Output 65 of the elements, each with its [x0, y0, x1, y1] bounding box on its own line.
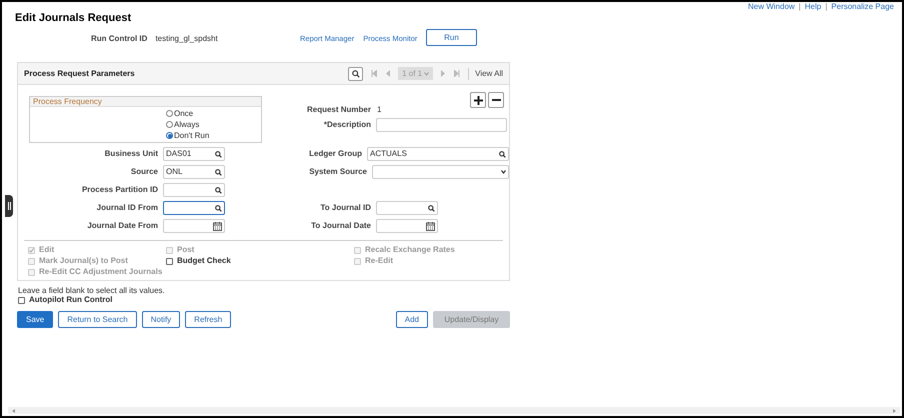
action-button[interactable]: Save [17, 311, 54, 328]
input-field[interactable]: ACTUALS [367, 147, 509, 161]
run-button[interactable]: Run [426, 29, 477, 46]
group-title: Process Frequency [30, 97, 261, 107]
field-label: To Journal Date [310, 220, 371, 232]
header-link[interactable]: Help [804, 2, 822, 11]
hint-text: Leave a field blank to select all its values. [18, 285, 165, 296]
radio-option[interactable]: Always [166, 119, 261, 130]
panel-title: Process Request Parameters [24, 68, 135, 80]
search-icon[interactable] [215, 150, 222, 158]
field-label: Journal ID From [96, 202, 158, 214]
page-title: Edit Journals Request [15, 11, 132, 26]
search-icon[interactable] [215, 168, 222, 176]
search-button[interactable] [348, 66, 364, 80]
radio-button[interactable] [166, 121, 173, 128]
checkbox[interactable] [18, 296, 25, 304]
side-panel-handle[interactable] [5, 195, 13, 217]
field-label: System Source [308, 166, 367, 178]
field-label: To Journal ID [319, 202, 371, 214]
action-button[interactable]: Notify [142, 311, 180, 328]
separator: | [798, 2, 801, 11]
description-field[interactable] [376, 118, 507, 132]
checkbox-option[interactable]: Budget Check [166, 256, 354, 266]
view-all-link[interactable]: View All [468, 68, 503, 80]
field-label: Journal Date From [86, 220, 158, 232]
plus-icon [474, 96, 482, 104]
field-value: testing_gl_spdsht [155, 33, 218, 45]
horizontal-scrollbar[interactable] [8, 407, 900, 414]
add-row-button[interactable] [470, 92, 486, 108]
action-button[interactable]: Return to Search [58, 311, 137, 328]
input-field[interactable] [163, 201, 225, 215]
radio-button[interactable] [166, 110, 173, 117]
search-icon[interactable] [428, 204, 435, 212]
calendar-icon[interactable] [426, 222, 435, 230]
field-label: *Description [322, 119, 371, 131]
separator: | [825, 2, 828, 11]
field-label: Source [130, 166, 158, 178]
field-label: Business Unit [104, 148, 158, 160]
input-field[interactable]: DAS01 [163, 147, 225, 161]
action-button[interactable]: Update/Display [433, 311, 510, 328]
chevron-down-icon [424, 72, 430, 76]
field-value: 1 [377, 104, 382, 116]
minus-icon [492, 99, 500, 101]
delete-row-button[interactable] [488, 92, 504, 108]
radio-button[interactable] [166, 132, 173, 139]
search-icon[interactable] [215, 204, 222, 212]
input-field[interactable]: ONL [163, 165, 225, 179]
radio-option[interactable]: Don't Run [166, 130, 261, 141]
checkbox[interactable] [166, 258, 173, 264]
search-icon [352, 70, 360, 78]
field-label: Request Number [306, 104, 371, 116]
header-link[interactable]: Personalize Page [831, 2, 894, 11]
field-label: Process Partition ID [80, 184, 158, 196]
dropdown-field[interactable] [372, 165, 509, 179]
search-icon[interactable] [499, 150, 506, 158]
calendar-icon[interactable] [213, 222, 222, 230]
action-button[interactable]: Add [396, 311, 428, 328]
field-label: Run Control ID [91, 33, 148, 45]
search-icon[interactable] [215, 186, 222, 194]
radio-option[interactable]: Once [166, 108, 261, 119]
action-button[interactable]: Refresh [185, 311, 232, 328]
field-label: Ledger Group [308, 148, 362, 160]
header-link[interactable]: New Window [748, 2, 795, 11]
checkbox-option[interactable]: Autopilot Run Control [18, 294, 113, 306]
chevron-down-icon [501, 170, 506, 174]
